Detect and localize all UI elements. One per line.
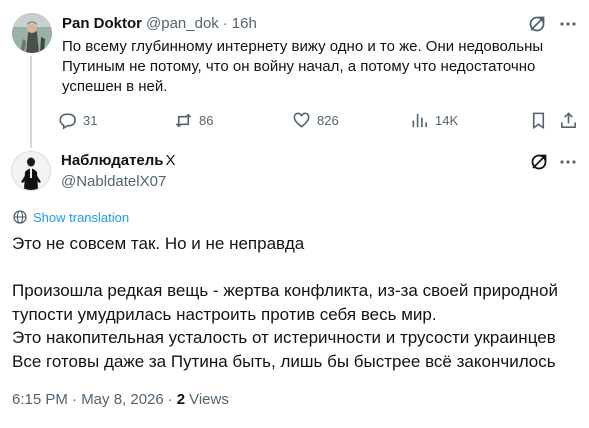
author-x-badge: X [165,152,176,169]
parent-author-name[interactable]: Pan Doktor [62,15,142,32]
reply-views-label: Views [189,391,229,408]
repost-button[interactable]: 86 [174,108,213,132]
share-icon [561,111,576,128]
reply-author-handle[interactable]: @NabldatelX07 [61,173,166,190]
heart-icon [293,112,310,128]
reply-author-name-row[interactable]: Наблюдатель X [61,152,176,169]
views-count: 14K [435,112,459,128]
reply-post-text: Это не совсем так. Но и не неправда Прои… [12,232,582,373]
reply-author-avatar[interactable] [11,151,51,191]
parent-author-avatar[interactable] [12,13,52,53]
bookmark-button[interactable] [529,108,548,132]
parent-author-handle[interactable]: @pan_dok [146,15,219,32]
repost-count: 86 [199,112,214,128]
reply-views-count: 2 [176,391,186,408]
like-button[interactable]: 826 [292,108,339,132]
reply-author-name[interactable]: Наблюдатель [61,152,164,169]
globe-icon [13,210,27,224]
reply-text-line: Произошла редкая вещь - жертва конфликта… [12,281,558,324]
parent-post-text: По всему глубинному интернету вижу одно … [62,38,544,95]
reply-text-line: Это не совсем так. Но и не неправда [12,234,305,253]
more-icon[interactable] [558,152,578,172]
more-icon[interactable] [558,14,578,34]
repost-icon [175,113,192,127]
meta-separator: · [167,391,173,408]
parent-header: Pan Doktor @pan_dok · 16h [62,15,257,32]
parent-header-separator: · [222,15,228,32]
reply-meta: 6:15 PM · May 8, 2026 · 2 Views [12,391,229,408]
parent-post-time[interactable]: 16h [232,15,257,32]
views-icon [412,113,427,127]
grok-icon[interactable] [529,152,549,172]
reply-text-line: Это накопительная усталость от истерично… [12,328,556,347]
reply-text-line: Все готовы даже за Путина быть, лишь бы … [12,351,556,371]
parent-tweet[interactable]: Pan Doktor @pan_dok · 16h По всему глуби… [0,0,589,148]
like-count: 826 [317,112,339,128]
show-translation-label[interactable]: Show translation [33,210,129,225]
thread-connector-line [30,56,32,148]
reply-text-line [12,256,582,280]
reply-tweet: Наблюдатель X @NabldatelX07 Show transla… [0,146,589,428]
reply-button[interactable]: 31 [58,108,97,132]
reply-count: 31 [83,112,98,128]
reply-timestamp[interactable]: 6:15 PM · May 8, 2026 [12,391,164,408]
grok-icon[interactable] [527,14,547,34]
share-button[interactable] [559,108,578,132]
show-translation-link[interactable]: Show translation [12,209,129,225]
views-button[interactable]: 14K [410,108,458,132]
parent-action-bar: 31 86 826 14K [56,108,586,132]
reply-icon [59,113,76,130]
bookmark-icon [532,112,545,129]
